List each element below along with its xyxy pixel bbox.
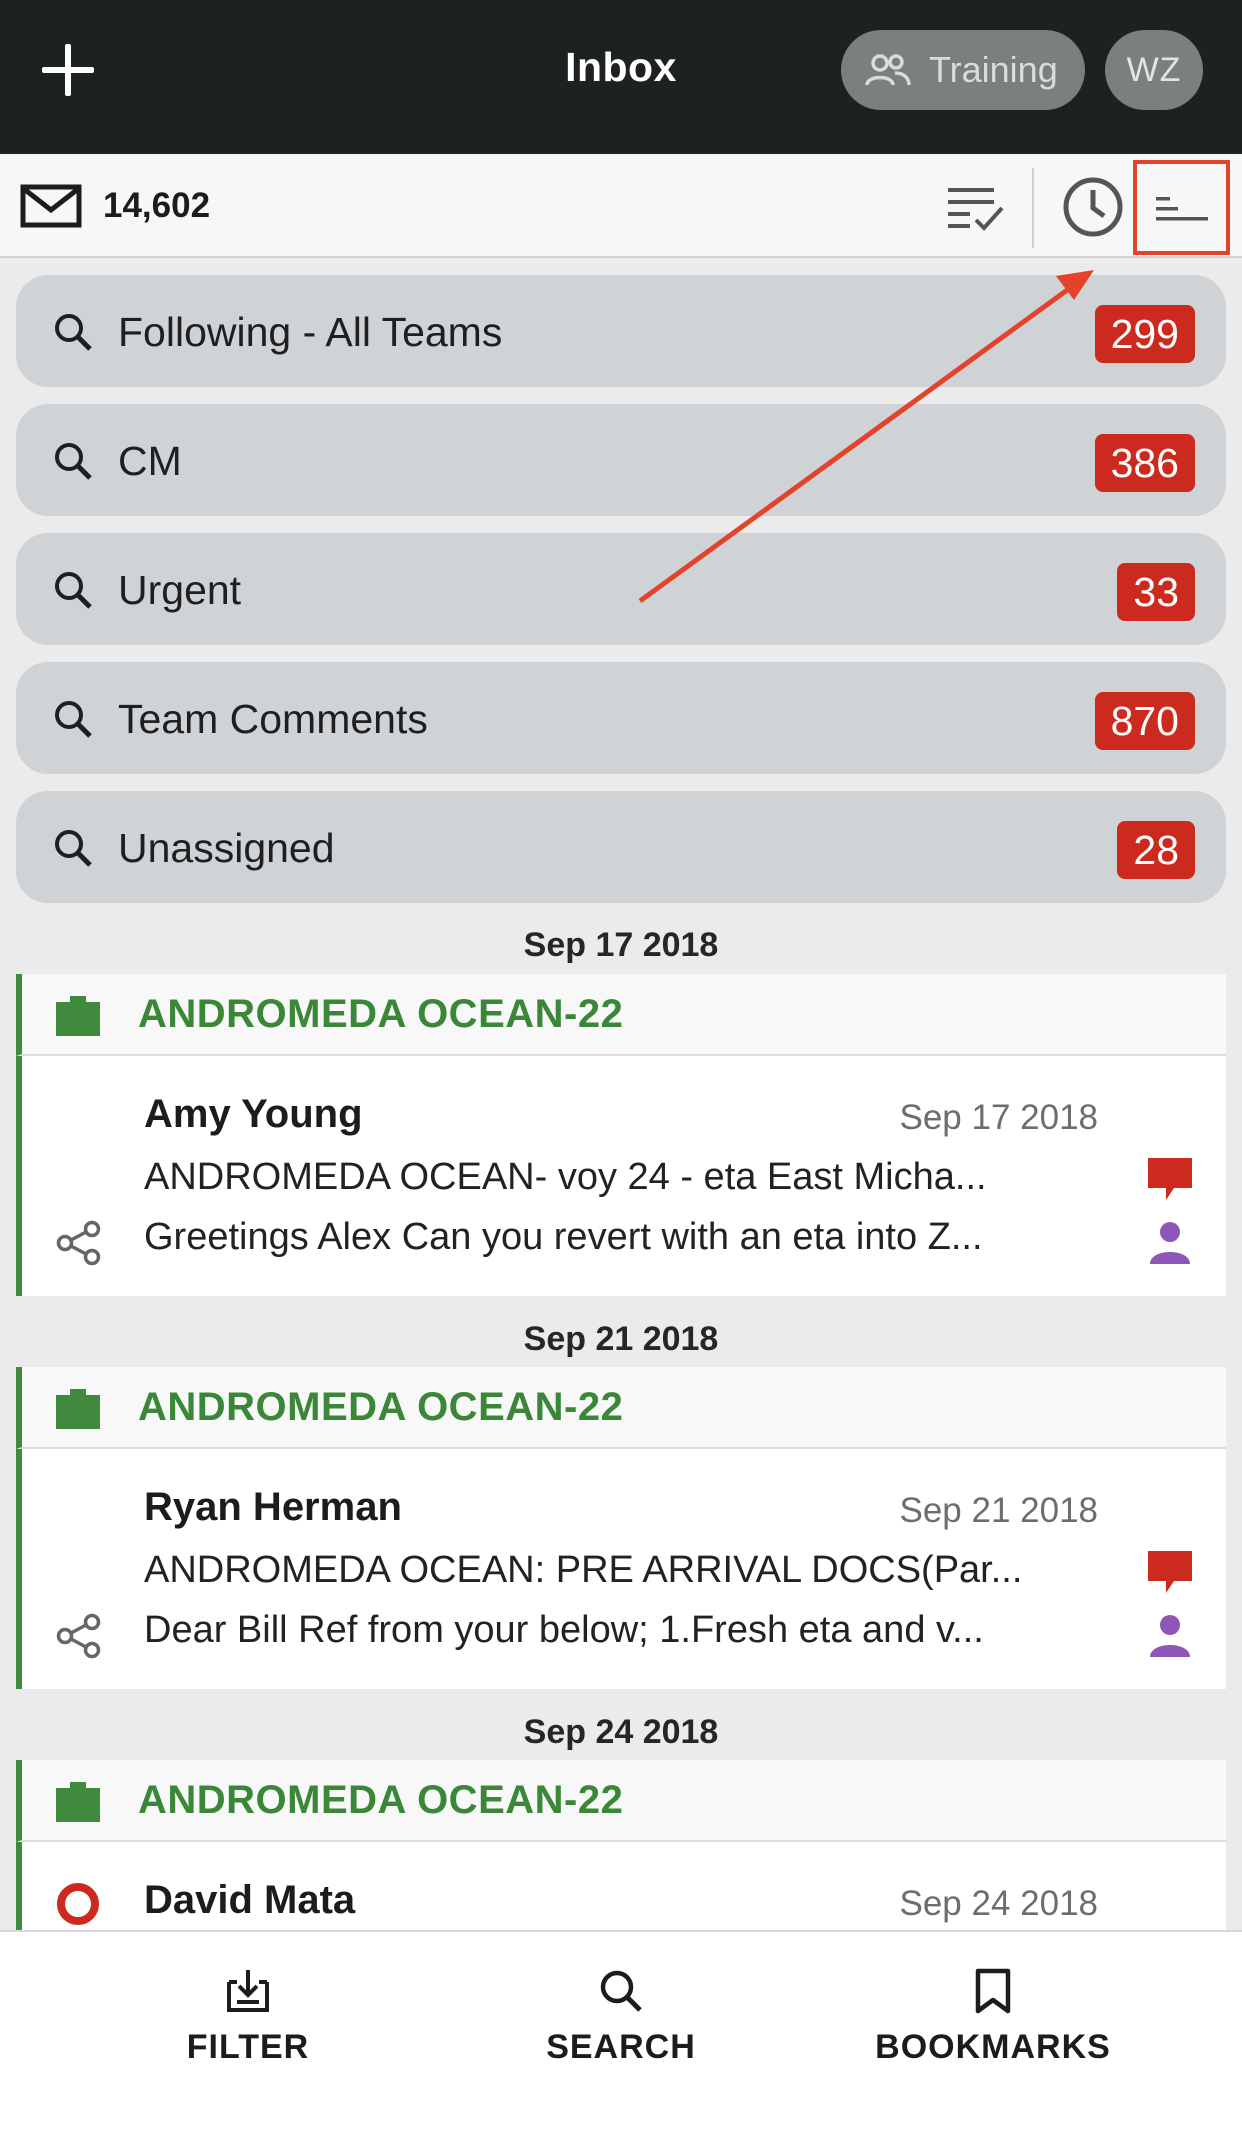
saved-search-cm[interactable]: CM 386 (16, 404, 1226, 516)
saved-search-label: CM (118, 438, 182, 484)
search-icon (55, 830, 92, 867)
case-header[interactable]: ANDROMEDA OCEAN-22 (16, 1760, 1226, 1842)
saved-search-urgent[interactable]: Urgent 33 (16, 533, 1226, 645)
mark-read-icon[interactable] (946, 182, 1006, 232)
saved-search-label: Urgent (118, 567, 242, 613)
inbox-toolbar: 14,602 (0, 154, 1242, 258)
tab-filter[interactable]: FILTER (98, 1968, 398, 2067)
count-badge: 870 (1094, 692, 1195, 750)
sender-name: Ryan Herman (144, 1485, 402, 1529)
count-badge: 386 (1094, 434, 1195, 492)
unread-status-icon (57, 1883, 99, 1925)
search-icon (55, 701, 92, 738)
count-badge: 299 (1094, 305, 1195, 363)
search-icon (55, 314, 92, 351)
briefcase-icon (56, 1782, 100, 1822)
mail-count: 14,602 (103, 186, 211, 225)
filter-icon (227, 1970, 269, 2012)
briefcase-icon (56, 996, 100, 1036)
briefcase-icon (56, 1389, 100, 1429)
bookmark-icon (975, 1968, 1011, 2014)
message-date: Sep 24 2018 (899, 1884, 1098, 1923)
case-title: ANDROMEDA OCEAN-22 (138, 992, 624, 1036)
date-separator: Sep 17 2018 (523, 926, 719, 964)
saved-search-following[interactable]: Following - All Teams 299 (16, 275, 1226, 387)
message-subject: ANDROMEDA OCEAN- voy 24 - eta East Micha… (144, 1156, 987, 1198)
person-icon (1150, 1615, 1190, 1657)
case-header[interactable]: ANDROMEDA OCEAN-22 (16, 974, 1226, 1056)
message-subject: ANDROMEDA OCEAN: PRE ARRIVAL DOCS(Par... (144, 1549, 1023, 1591)
message-item[interactable]: Amy Young Sep 17 2018 ANDROMEDA OCEAN- v… (16, 1056, 1226, 1296)
sender-name: Amy Young (144, 1092, 363, 1136)
conversation-card[interactable]: ANDROMEDA OCEAN-22 Amy Young Sep 17 2018… (16, 974, 1226, 1296)
count-badge: 28 (1117, 821, 1195, 879)
comment-flag-icon (1148, 1551, 1192, 1593)
date-separator: Sep 24 2018 (523, 1713, 719, 1751)
saved-search-label: Following - All Teams (118, 309, 503, 355)
training-team-button[interactable]: Training (841, 30, 1085, 110)
tab-label: FILTER (186, 2028, 310, 2066)
app-root: Inbox Training WZ 14,602 Following - All… (0, 0, 1242, 2135)
list-view-icon[interactable] (1143, 165, 1228, 249)
share-icon[interactable] (56, 1613, 102, 1659)
tab-label: BOOKMARKS (875, 2028, 1111, 2066)
case-title: ANDROMEDA OCEAN-22 (138, 1385, 624, 1429)
mail-icon (20, 184, 82, 228)
count-badge: 33 (1117, 563, 1195, 621)
case-title: ANDROMEDA OCEAN-22 (138, 1778, 624, 1822)
date-separator: Sep 21 2018 (523, 1320, 719, 1358)
saved-search-label: Unassigned (118, 825, 335, 871)
bottom-tab-bar: FILTER SEARCH BOOKMARKS (0, 1930, 1242, 2135)
training-label: Training (929, 49, 1058, 90)
people-icon (865, 54, 911, 86)
search-icon (55, 443, 92, 480)
user-avatar[interactable]: WZ (1105, 30, 1203, 110)
search-icon (55, 572, 92, 609)
message-date: Sep 21 2018 (899, 1491, 1098, 1530)
conversation-card[interactable]: ANDROMEDA OCEAN-22 Ryan Herman Sep 21 20… (16, 1367, 1226, 1689)
message-preview: Greetings Alex Can you revert with an et… (144, 1216, 983, 1258)
top-header: Inbox Training WZ (0, 0, 1242, 154)
message-preview: Dear Bill Ref from your below; 1.Fresh e… (144, 1609, 984, 1651)
message-item[interactable]: Ryan Herman Sep 21 2018 ANDROMEDA OCEAN:… (16, 1449, 1226, 1689)
message-date: Sep 17 2018 (899, 1098, 1098, 1137)
clock-icon[interactable] (1062, 176, 1124, 238)
saved-search-team-comments[interactable]: Team Comments 870 (16, 662, 1226, 774)
share-icon[interactable] (56, 1220, 102, 1266)
saved-search-unassigned[interactable]: Unassigned 28 (16, 791, 1226, 903)
person-icon (1150, 1222, 1190, 1264)
comment-flag-icon (1148, 1158, 1192, 1200)
saved-search-label: Team Comments (118, 696, 428, 742)
sender-name: David Mata (144, 1878, 356, 1922)
tab-search[interactable]: SEARCH (471, 1968, 771, 2067)
search-icon (600, 1970, 642, 2012)
tab-bookmarks[interactable]: BOOKMARKS (843, 1968, 1143, 2067)
tab-label: SEARCH (546, 2028, 696, 2066)
case-header[interactable]: ANDROMEDA OCEAN-22 (16, 1367, 1226, 1449)
toolbar-divider (1032, 168, 1034, 248)
